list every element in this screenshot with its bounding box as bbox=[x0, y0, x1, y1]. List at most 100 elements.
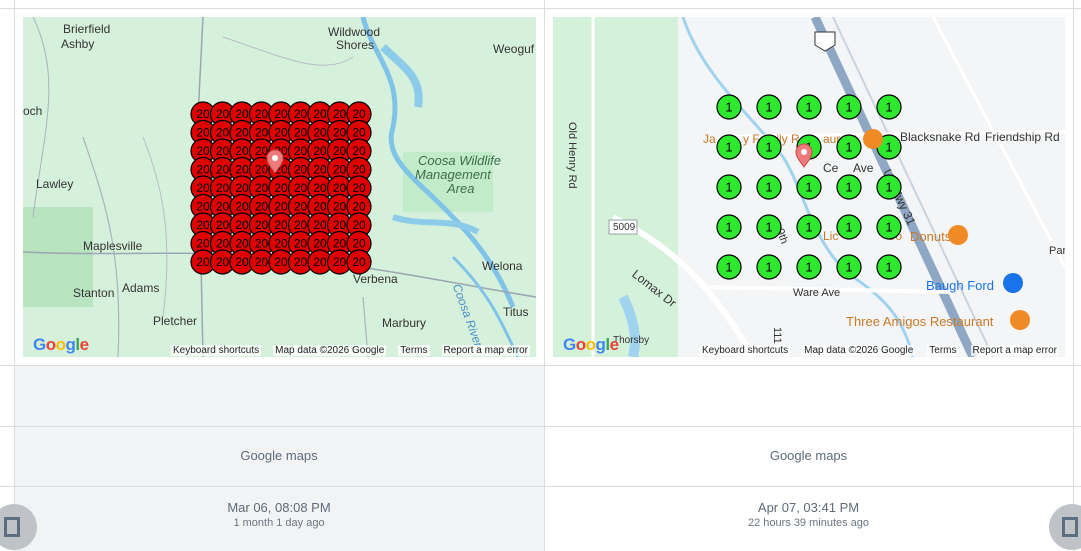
marker-label: 20 bbox=[352, 237, 366, 251]
map-marker[interactable]: 1 bbox=[716, 134, 742, 160]
panel-icon bbox=[4, 517, 20, 537]
marker-label: 20 bbox=[196, 181, 210, 195]
marker-label: 20 bbox=[274, 255, 288, 269]
marker-label: 20 bbox=[313, 144, 327, 158]
map-marker[interactable]: 1 bbox=[716, 214, 742, 240]
restaurant-icon bbox=[1010, 310, 1030, 330]
map-marker[interactable]: 1 bbox=[796, 94, 822, 120]
grid-divider bbox=[1073, 0, 1074, 551]
map-marker[interactable]: 1 bbox=[796, 174, 822, 200]
marker-label: 20 bbox=[216, 255, 230, 269]
left-empty-cell bbox=[14, 366, 544, 426]
map-marker[interactable]: 1 bbox=[876, 214, 902, 240]
terms-link[interactable]: Terms bbox=[927, 344, 959, 356]
marker-label: 20 bbox=[333, 218, 347, 232]
map-marker[interactable]: 20 bbox=[346, 249, 372, 275]
marker-label: 1 bbox=[845, 140, 852, 155]
map-marker[interactable]: 1 bbox=[796, 254, 822, 280]
marker-label: 20 bbox=[196, 200, 210, 214]
marker-label: 20 bbox=[196, 126, 210, 140]
grid-divider bbox=[14, 0, 15, 551]
marker-label: 20 bbox=[216, 126, 230, 140]
map-marker[interactable]: 1 bbox=[836, 174, 862, 200]
map-marker[interactable]: 1 bbox=[756, 134, 782, 160]
marker-label: 20 bbox=[235, 163, 249, 177]
map-marker[interactable]: 1 bbox=[756, 214, 782, 240]
marker-label: 1 bbox=[765, 260, 772, 275]
marker-label: 20 bbox=[313, 237, 327, 251]
keyboard-shortcuts-link[interactable]: Keyboard shortcuts bbox=[699, 344, 791, 356]
terms-link[interactable]: Terms bbox=[398, 344, 430, 356]
map-marker[interactable]: 1 bbox=[716, 254, 742, 280]
marker-label: 20 bbox=[196, 237, 210, 251]
marker-label: 20 bbox=[235, 255, 249, 269]
marker-label: 20 bbox=[255, 218, 269, 232]
marker-label: 20 bbox=[333, 200, 347, 214]
marker-label: 1 bbox=[845, 100, 852, 115]
marker-label: 20 bbox=[255, 181, 269, 195]
marker-label: 20 bbox=[255, 144, 269, 158]
map-marker[interactable]: 1 bbox=[836, 94, 862, 120]
map-marker[interactable]: 1 bbox=[756, 94, 782, 120]
marker-label: 20 bbox=[216, 181, 230, 195]
map-marker[interactable]: 1 bbox=[836, 214, 862, 240]
report-map-error-link[interactable]: Report a map error bbox=[441, 344, 530, 356]
marker-label: 1 bbox=[805, 220, 812, 235]
marker-label: 20 bbox=[255, 126, 269, 140]
marker-label: 20 bbox=[333, 107, 347, 121]
marker-label: 20 bbox=[352, 107, 366, 121]
marker-label: 20 bbox=[235, 218, 249, 232]
map-marker[interactable]: 1 bbox=[796, 214, 822, 240]
map-marker[interactable]: 1 bbox=[756, 174, 782, 200]
right-map[interactable]: Old Henry RdJay Family RaurantBlacksnake… bbox=[553, 17, 1065, 357]
marker-label: 20 bbox=[294, 181, 308, 195]
map-marker[interactable]: 1 bbox=[756, 254, 782, 280]
marker-label: 20 bbox=[313, 181, 327, 195]
marker-label: 20 bbox=[352, 255, 366, 269]
marker-label: 20 bbox=[313, 163, 327, 177]
marker-label: 20 bbox=[313, 218, 327, 232]
capture-age: 1 month 1 day ago bbox=[233, 517, 325, 529]
map-footer: Keyboard shortcuts Map data ©2026 Google… bbox=[553, 343, 1065, 357]
marker-label: 20 bbox=[196, 218, 210, 232]
marker-label: 20 bbox=[196, 163, 210, 177]
marker-label: 20 bbox=[216, 144, 230, 158]
map-marker[interactable]: 1 bbox=[836, 254, 862, 280]
right-map-markers: 1111111111111111111111111 bbox=[716, 94, 1030, 330]
marker-label: 20 bbox=[333, 255, 347, 269]
marker-label: 20 bbox=[216, 218, 230, 232]
marker-label: 1 bbox=[805, 100, 812, 115]
marker-label: 20 bbox=[313, 200, 327, 214]
marker-label: 20 bbox=[333, 237, 347, 251]
next-button[interactable] bbox=[1049, 504, 1081, 550]
marker-label: 20 bbox=[352, 163, 366, 177]
marker-label: 1 bbox=[725, 100, 732, 115]
marker-label: 20 bbox=[255, 107, 269, 121]
marker-label: 1 bbox=[885, 260, 892, 275]
marker-label: 1 bbox=[845, 180, 852, 195]
left-map[interactable]: Brierfield Ashby Wildwood Shores Weoguf och La… bbox=[23, 17, 536, 357]
grid-divider bbox=[0, 8, 1081, 9]
grid-divider bbox=[0, 365, 1081, 366]
map-marker[interactable]: 1 bbox=[836, 134, 862, 160]
map-marker[interactable]: 1 bbox=[876, 254, 902, 280]
marker-label: 20 bbox=[274, 126, 288, 140]
map-marker[interactable]: 1 bbox=[716, 174, 742, 200]
capture-age: 22 hours 39 minutes ago bbox=[747, 517, 870, 529]
map-marker[interactable]: 1 bbox=[876, 174, 902, 200]
restaurant-icon bbox=[948, 225, 968, 245]
marker-label: 20 bbox=[313, 255, 327, 269]
map-marker[interactable]: 1 bbox=[876, 94, 902, 120]
marker-label: 20 bbox=[274, 218, 288, 232]
marker-label: 1 bbox=[725, 220, 732, 235]
left-map-markers: 20 20 20 20 20 20 20 20 20 20 20 20 20 20 20 20 20 20 20 20… bbox=[190, 101, 372, 275]
marker-label: 20 bbox=[294, 126, 308, 140]
report-map-error-link[interactable]: Report a map error bbox=[970, 344, 1059, 356]
marker-label: 20 bbox=[352, 144, 366, 158]
marker-label: 20 bbox=[294, 163, 308, 177]
map-marker[interactable]: 1 bbox=[716, 94, 742, 120]
keyboard-shortcuts-link[interactable]: Keyboard shortcuts bbox=[170, 344, 262, 356]
map-data-text: Map data ©2026 Google bbox=[802, 344, 916, 356]
marker-label: 20 bbox=[294, 255, 308, 269]
marker-label: 1 bbox=[805, 260, 812, 275]
